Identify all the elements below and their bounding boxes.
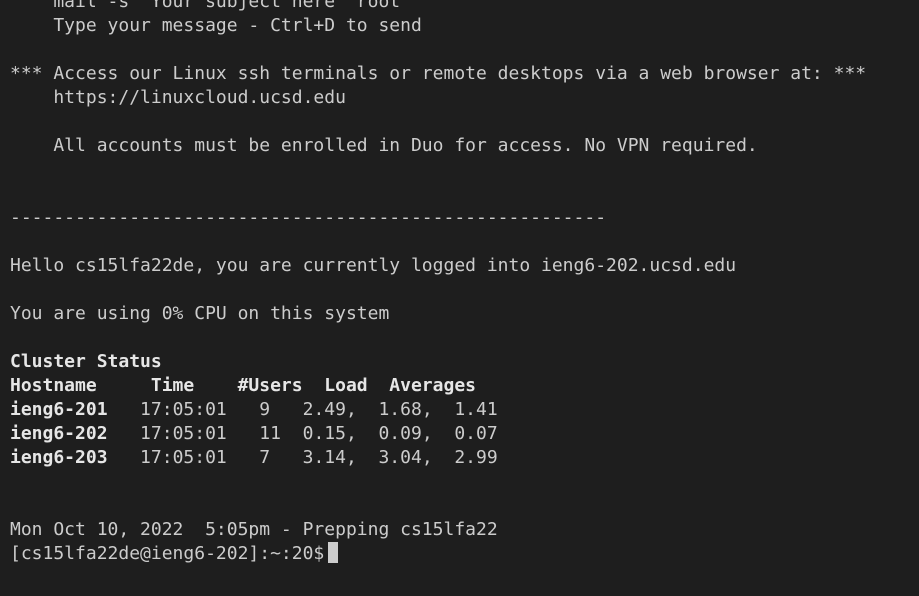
hello-line: Hello cs15lfa22de, you are currently log… bbox=[10, 255, 737, 276]
shell-prompt: [cs15lfa22de@ieng6-202]:~:20$ bbox=[10, 543, 325, 564]
cluster-row-values: 17:05:01 9 2.49, 1.68, 1.41 bbox=[107, 399, 498, 420]
access-banner-line: *** Access our Linux ssh terminals or re… bbox=[10, 63, 867, 84]
cluster-hostname: ieng6-201 bbox=[10, 399, 108, 420]
cluster-hostname: ieng6-203 bbox=[10, 447, 108, 468]
cluster-hostname: ieng6-202 bbox=[10, 423, 108, 444]
shell-prompt-line[interactable]: [cs15lfa22de@ieng6-202]:~:20$ bbox=[10, 542, 339, 566]
duo-notice-line: All accounts must be enrolled in Duo for… bbox=[10, 135, 758, 156]
cluster-row-text: ieng6-201 17:05:01 9 2.49, 1.68, 1.41 bbox=[10, 399, 498, 420]
text-cursor bbox=[328, 542, 339, 563]
mail-instruction-line: mail -s "Your subject here" root bbox=[10, 0, 401, 12]
type-message-line: Type your message - Ctrl+D to send bbox=[10, 15, 422, 36]
separator-line: ----------------------------------------… bbox=[10, 207, 607, 228]
cluster-status-title: Cluster Status bbox=[10, 351, 162, 372]
cluster-row-text: ieng6-203 17:05:01 7 3.14, 3.04, 2.99 bbox=[10, 447, 498, 468]
cluster-table-row: ieng6-202 17:05:01 11 0.15, 0.09, 0.07 bbox=[10, 422, 498, 446]
linuxcloud-url-line: https://linuxcloud.ucsd.edu bbox=[10, 87, 346, 108]
terminal-window[interactable]: mail -s "Your subject here" root Type yo… bbox=[0, 0, 919, 596]
cpu-usage-line: You are using 0% CPU on this system bbox=[10, 303, 390, 324]
cluster-table-row: ieng6-201 17:05:01 9 2.49, 1.68, 1.41 bbox=[10, 398, 498, 422]
cluster-row-values: 17:05:01 7 3.14, 3.04, 2.99 bbox=[107, 447, 498, 468]
date-status-line: Mon Oct 10, 2022 5:05pm - Prepping cs15l… bbox=[10, 519, 498, 540]
cluster-row-values: 17:05:01 11 0.15, 0.09, 0.07 bbox=[107, 423, 498, 444]
cluster-row-text: ieng6-202 17:05:01 11 0.15, 0.09, 0.07 bbox=[10, 423, 498, 444]
cluster-table-header: Hostname Time #Users Load Averages bbox=[10, 375, 476, 396]
cluster-table-row: ieng6-203 17:05:01 7 3.14, 3.04, 2.99 bbox=[10, 446, 498, 470]
